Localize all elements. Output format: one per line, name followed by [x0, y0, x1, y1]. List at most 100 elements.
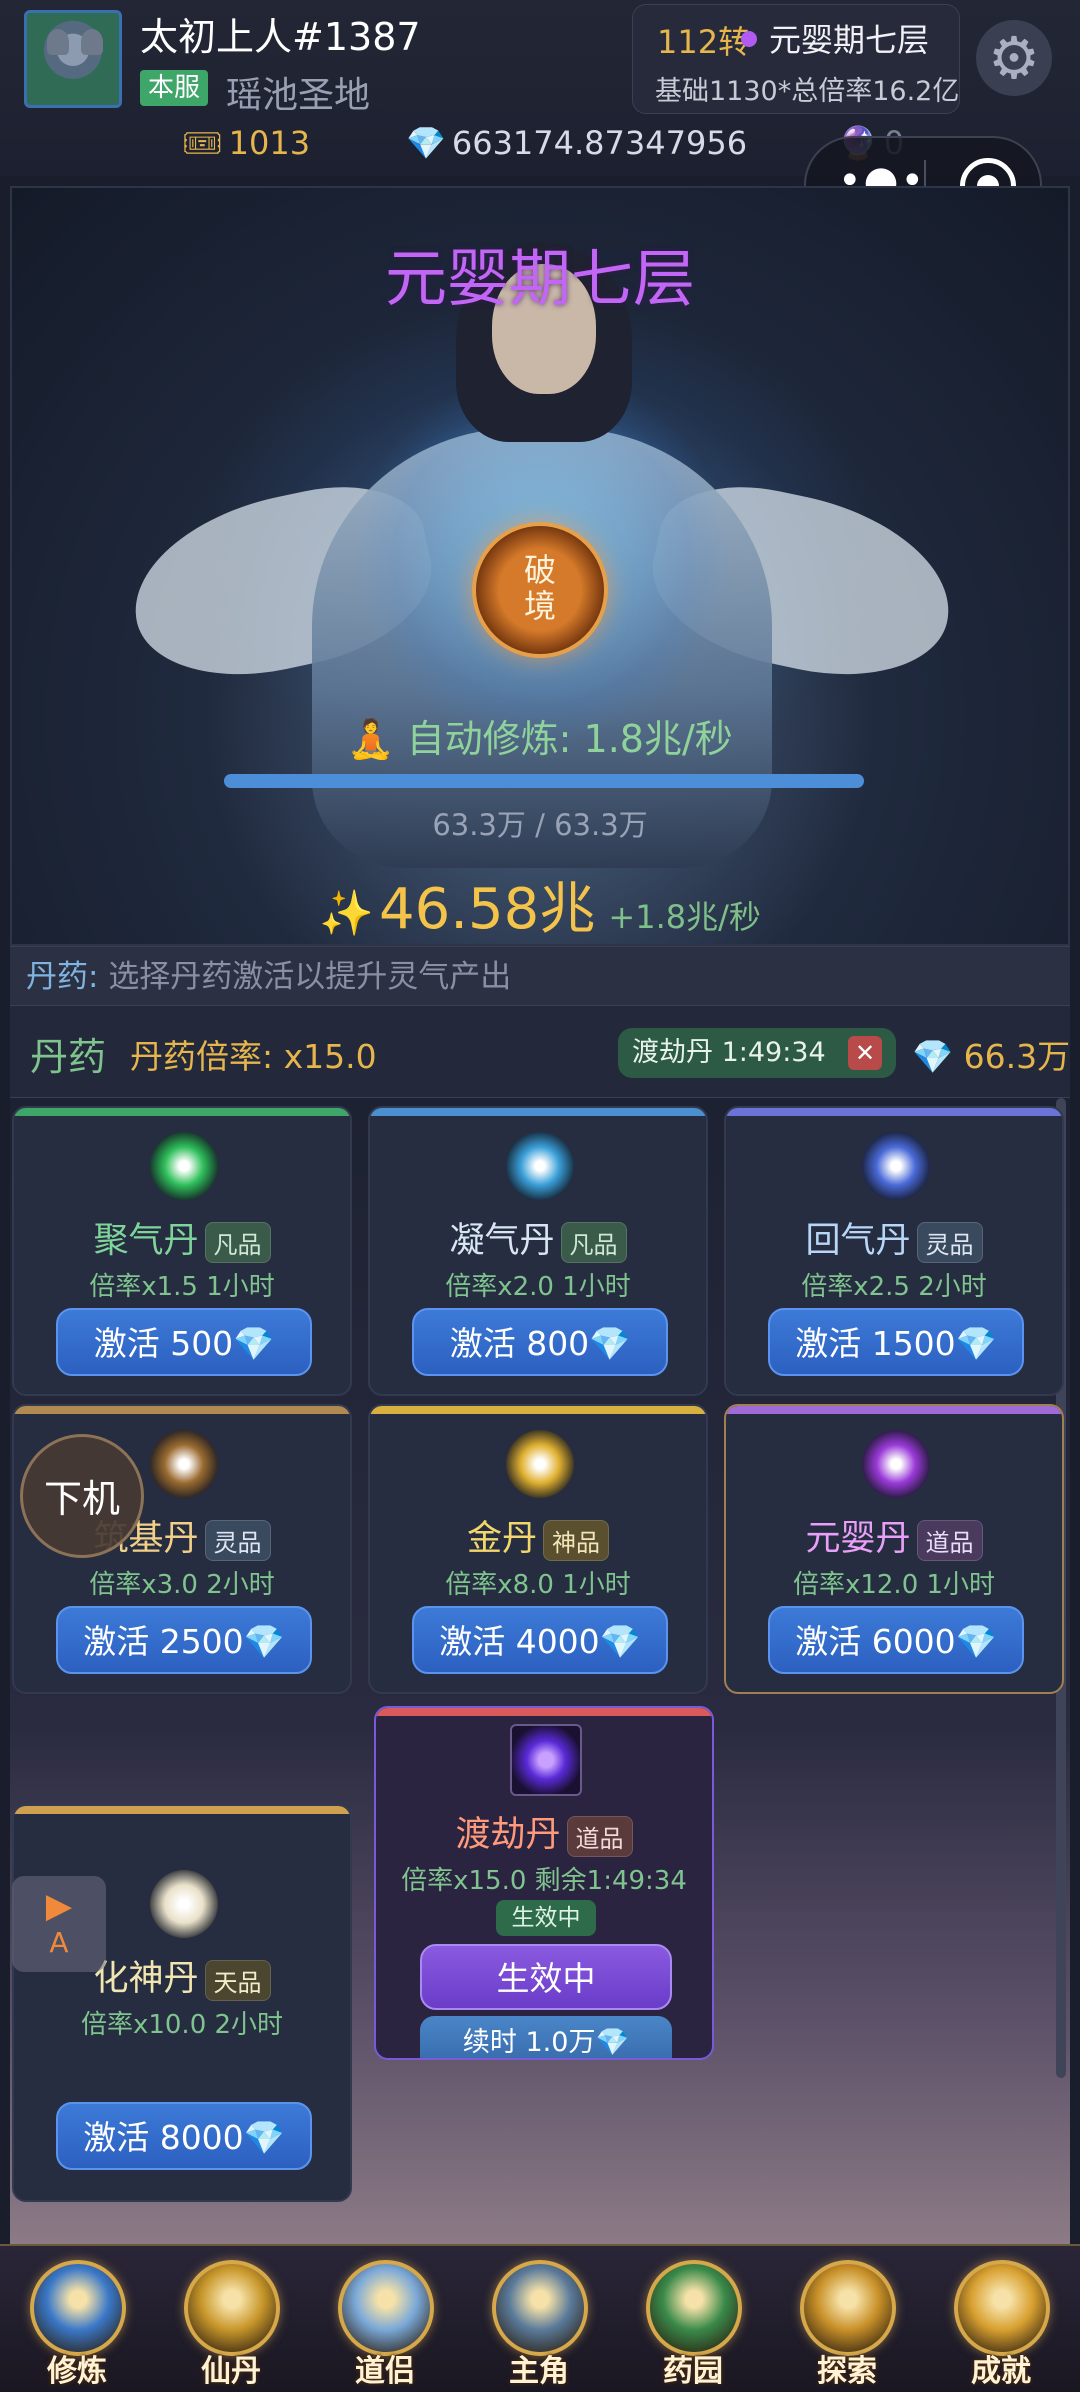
server-name: 瑶池圣地: [226, 75, 371, 116]
diamond-icon: 💎: [589, 1324, 631, 1363]
ticket-resource: 🎟 1013: [182, 124, 310, 162]
activate-pill-button[interactable]: 激活 500💎: [56, 1308, 312, 1376]
gem-resource: 💎 663174.87347956: [406, 124, 747, 162]
pill-multiplier: 倍率x8.0 1小时: [445, 1570, 631, 1600]
pill-card-topbar: [376, 1708, 712, 1716]
realm-summary[interactable]: 112转 元婴期七层 基础1130*总倍率16.2亿: [632, 4, 960, 114]
pill-card-topbar: [370, 1108, 706, 1116]
pill-name-row: 回气丹 灵品: [726, 1212, 1062, 1263]
hint-text: 选择丹药激活以提升灵气产出: [108, 959, 512, 995]
settings-gear-icon[interactable]: ⚙: [976, 20, 1052, 96]
pill-card-topbar: [14, 1108, 350, 1116]
diamond-icon: 💎: [955, 1622, 997, 1661]
nav-item[interactable]: 药园: [616, 2246, 770, 2392]
pill-card: 金丹 神品 倍率x8.0 1小时 激活 4000💎: [368, 1404, 708, 1694]
pill-card-topbar: [14, 1406, 350, 1414]
realm-stats: 基础1130*总倍率16.2亿: [655, 76, 960, 107]
blue-ring-pill-icon: [506, 1132, 574, 1200]
nav-label: 仙丹: [201, 2354, 261, 2389]
pill-grid: 渡劫丹 道品 倍率x15.0 剩余1:49:34 生效中 生效中 续时 1.0万💎…: [10, 1098, 1070, 2244]
active-effect-button[interactable]: 生效中: [420, 1944, 672, 2010]
pill-card-featured: 渡劫丹 道品 倍率x15.0 剩余1:49:34 生效中 生效中 续时 1.0万💎: [374, 1706, 714, 2060]
pill-name: 化神丹: [93, 1959, 199, 1999]
pill-grade-badge: 天品: [204, 1959, 271, 2001]
player-name: 太初上人#1387: [140, 15, 421, 59]
activate-pill-button[interactable]: 激活 4000💎: [412, 1606, 668, 1674]
activate-label: 激活 4000: [439, 1622, 600, 1661]
activate-pill-button[interactable]: 激活 8000💎: [56, 2102, 312, 2170]
pill-multiplier: 倍率x3.0 2小时: [89, 1570, 275, 1600]
breakthrough-label: 境: [523, 587, 556, 625]
nav-emblem-icon: [800, 2260, 896, 2356]
diamond-icon: 💎: [955, 1324, 997, 1363]
pill-section-title: 丹药: [30, 1035, 107, 1079]
active-pill-chip: 渡劫丹 1:49:34 ✕: [618, 1028, 896, 1078]
pill-card-topbar: [14, 1806, 350, 1814]
green-swirl-pill-icon: [150, 1132, 218, 1200]
hint-label: 丹药:: [26, 959, 99, 995]
pill-name: 凝气丹: [449, 1221, 555, 1261]
gem-count: 663174.87347956: [451, 124, 748, 162]
pill-grade-badge: 道品: [566, 1815, 633, 1857]
avatar-ear: [81, 29, 103, 55]
play-letter: A: [49, 1926, 69, 1959]
activate-pill-button[interactable]: 激活 2500💎: [56, 1606, 312, 1674]
diamond-icon: 💎: [406, 124, 446, 162]
pill-grade-badge: 灵品: [204, 1519, 271, 1561]
nav-emblem-icon: [30, 2260, 126, 2356]
pill-status-bar: 丹药 丹药倍率: x15.0 渡劫丹 1:49:34 ✕ 💎 66.3万: [10, 1006, 1070, 1098]
play-float-button[interactable]: ▶ A: [12, 1876, 106, 1972]
pill-name: 渡劫丹: [455, 1815, 561, 1855]
pill-multiplier: 丹药倍率: x15.0: [130, 1037, 377, 1076]
activate-pill-button[interactable]: 激活 800💎: [412, 1308, 668, 1376]
nav-emblem-icon: [954, 2260, 1050, 2356]
play-icon: ▶: [45, 1886, 73, 1926]
blue-vortex-pill-icon: [862, 1132, 930, 1200]
activate-label: 激活 800: [449, 1324, 590, 1363]
realm-title: 元婴期七层: [384, 242, 695, 315]
pill-grade-badge: 凡品: [204, 1221, 271, 1263]
player-avatar[interactable]: [24, 10, 122, 108]
nav-item[interactable]: 成就: [924, 2246, 1078, 2392]
gem-balance-value: 66.3万: [963, 1037, 1071, 1076]
nav-label: 成就: [971, 2354, 1031, 2389]
pill-multiplier: 倍率x12.0 1小时: [792, 1570, 996, 1600]
realm-level: 元婴期七层: [769, 21, 930, 59]
pill-name: 回气丹: [805, 1221, 911, 1261]
cultivation-progress-fill: [224, 774, 864, 788]
pill-grade-badge: 道品: [916, 1519, 983, 1561]
offline-float-button[interactable]: 下机: [20, 1434, 144, 1558]
golden-orb-pill-icon: [506, 1430, 574, 1498]
active-pill-timer: 渡劫丹 1:49:34: [632, 1037, 826, 1068]
breakthrough-button[interactable]: 破 境: [472, 522, 608, 658]
nav-item[interactable]: 探索: [770, 2246, 924, 2392]
extend-duration-button[interactable]: 续时 1.0万💎: [420, 2016, 672, 2058]
diamond-icon: 💎: [599, 1622, 641, 1661]
nav-emblem-icon: [184, 2260, 280, 2356]
bronze-seal-pill-icon: [150, 1430, 218, 1498]
nav-item[interactable]: 修炼: [0, 2246, 154, 2392]
activate-label: 激活 2500: [83, 1622, 244, 1661]
cultivation-progress-bar: [224, 774, 864, 788]
server-badge: 本服: [140, 70, 209, 106]
nav-label: 药园: [663, 2354, 723, 2389]
cultivation-hero: 元婴期七层 破 境 🧘 自动修炼: 1.8兆/秒 63.3万 / 63.3万 ✨…: [10, 186, 1070, 946]
pill-name-row: 聚气丹 凡品: [14, 1212, 350, 1263]
activate-pill-button[interactable]: 激活 6000💎: [768, 1606, 1024, 1674]
pill-name-row: 渡劫丹 道品: [376, 1806, 712, 1857]
diamond-icon: 💎: [595, 2027, 630, 2058]
ticket-count: 1013: [228, 124, 311, 162]
close-icon[interactable]: ✕: [848, 1036, 882, 1070]
nav-label: 主角: [509, 2354, 569, 2389]
nav-item[interactable]: 主角: [462, 2246, 616, 2392]
pill-card: 化神丹 天品 倍率x10.0 2小时 激活 8000💎: [12, 1804, 352, 2202]
gem-balance: 💎 66.3万: [912, 1030, 1070, 1078]
nav-item[interactable]: 仙丹: [154, 2246, 308, 2392]
nav-label: 探索: [817, 2354, 877, 2389]
avatar-ear: [47, 29, 69, 55]
nav-item[interactable]: 道侣: [308, 2246, 462, 2392]
activate-pill-button[interactable]: 激活 1500💎: [768, 1308, 1024, 1376]
pill-card: 回气丹 灵品 倍率x2.5 2小时 激活 1500💎: [724, 1106, 1064, 1396]
realm-turn-count: 112转: [657, 23, 751, 61]
pill-grade-badge: 灵品: [916, 1221, 983, 1263]
